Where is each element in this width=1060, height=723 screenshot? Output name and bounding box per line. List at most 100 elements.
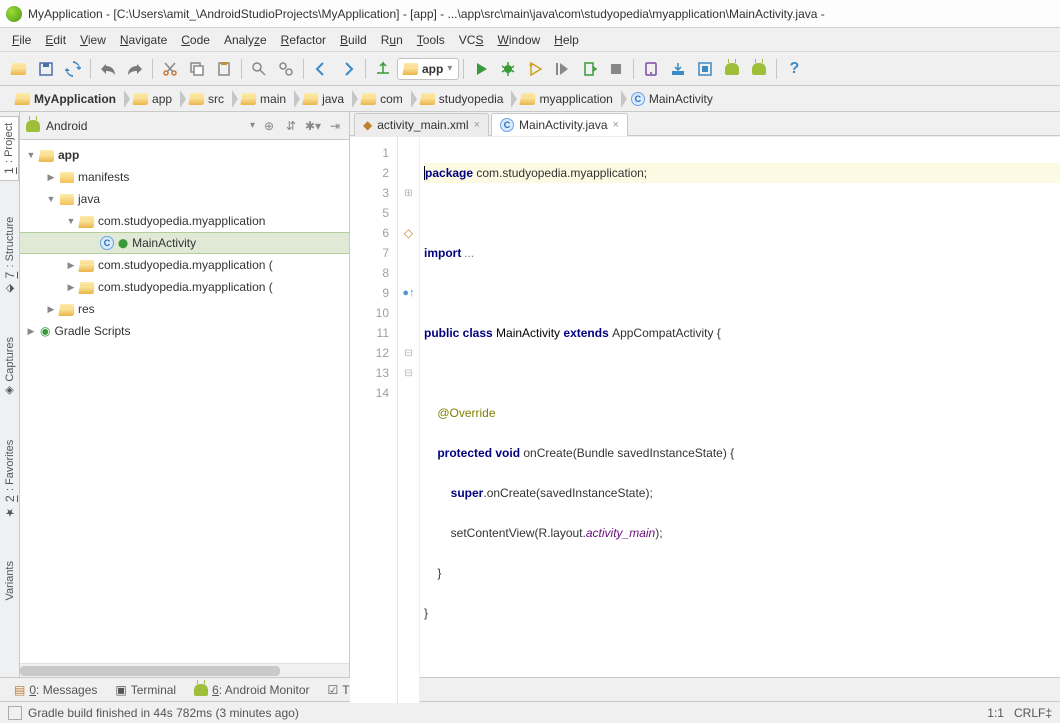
undo-button[interactable] [95,56,121,82]
breadcrumb[interactable]: java [294,88,352,110]
separator [463,59,464,79]
expand-icon[interactable]: ▶ [66,260,76,271]
override-marker-icon[interactable]: ●↑ [402,287,414,299]
expand-icon[interactable]: ▶ [26,326,36,337]
breadcrumb[interactable]: app [124,88,180,110]
hide-icon[interactable]: ⇥ [327,118,343,134]
debug-button[interactable] [495,56,521,82]
tree-row-res[interactable]: ▶res [20,298,349,320]
view-selector[interactable]: Android [46,119,244,133]
toolwindow-structure[interactable]: ⬖ 7: Structure [1,211,19,301]
tree-row-gradle[interactable]: ▶◉Gradle Scripts [20,320,349,342]
code-content[interactable]: package com.studyopedia.myapplication; i… [420,137,1060,703]
tree-row-manifests[interactable]: ▶manifests [20,166,349,188]
collapse-icon[interactable]: ⇵ [283,118,299,134]
expand-icon[interactable]: ▼ [46,194,56,204]
menu-build[interactable]: Build [334,31,373,49]
menu-view[interactable]: View [74,31,112,49]
menu-help[interactable]: Help [548,31,585,49]
find-button[interactable] [246,56,272,82]
expand-icon[interactable]: ▶ [46,304,56,315]
code-editor[interactable]: 1 2 3 5 6 7 8 9 10 11 12 13 14 ⊞ ◇ ●↑ [350,137,1060,703]
editor-tab-mainactivity[interactable]: C MainActivity.java × [491,113,628,136]
breadcrumb[interactable]: myapplication [511,88,620,110]
gear-icon[interactable]: ✱▾ [305,118,321,134]
sync-button[interactable] [60,56,86,82]
editor-tab-activity-main[interactable]: ◆ activity_main.xml × [354,113,489,136]
cut-button[interactable] [157,56,183,82]
make-button[interactable] [370,56,396,82]
fold-icon[interactable]: ⊞ [398,183,419,203]
device-file-explorer-button[interactable] [719,56,745,82]
fold-icon[interactable]: ⊟ [398,343,419,363]
paste-button[interactable] [211,56,237,82]
open-button[interactable] [6,56,32,82]
tree-row-package-test[interactable]: ▶com.studyopedia.myapplication ( [20,254,349,276]
menu-refactor[interactable]: Refactor [275,31,332,49]
breadcrumb[interactable]: src [180,88,232,110]
breadcrumb[interactable]: MyApplication [6,88,124,110]
run-button[interactable] [468,56,494,82]
firebase-button[interactable] [746,56,772,82]
status-icon[interactable] [8,706,22,720]
tree-row-app[interactable]: ▼app [20,144,349,166]
separator [241,59,242,79]
tree-row-mainactivity[interactable]: C⬤MainActivity [20,232,349,254]
menu-file[interactable]: File [6,31,37,49]
menu-vcs[interactable]: VCS [453,31,490,49]
run-config-selector[interactable]: app ▾ [397,58,459,80]
toolwindow-variants[interactable]: Variants [2,555,18,607]
android-icon [194,684,208,696]
layout-inspector-button[interactable] [692,56,718,82]
breadcrumb[interactable]: main [232,88,294,110]
tree-row-java[interactable]: ▼java [20,188,349,210]
breadcrumb-label: myapplication [539,92,612,106]
expand-icon[interactable]: ▼ [26,150,36,160]
chevron-down-icon[interactable]: ▾ [250,120,255,131]
stop-button[interactable] [603,56,629,82]
menu-code[interactable]: Code [175,31,216,49]
tree-row-package-androidtest[interactable]: ▶com.studyopedia.myapplication ( [20,276,349,298]
scrollbar-thumb[interactable] [20,666,280,676]
breadcrumb[interactable]: com [352,88,411,110]
close-icon[interactable]: × [613,119,619,131]
menu-edit[interactable]: Edit [39,31,72,49]
apply-changes-button[interactable] [576,56,602,82]
toolwindow-messages[interactable]: ▤0: Messages [8,681,103,699]
toolwindow-project[interactable]: 1: Project [0,116,19,181]
toolwindow-captures[interactable]: ◈ Captures [1,331,18,404]
back-button[interactable] [308,56,334,82]
profile-button[interactable] [522,56,548,82]
menu-run[interactable]: Run [375,31,409,49]
breadcrumb[interactable]: CMainActivity [621,88,721,110]
menu-navigate[interactable]: Navigate [114,31,173,49]
project-tree[interactable]: ▼app ▶manifests ▼java ▼com.studyopedia.m… [20,140,349,663]
sdk-manager-button[interactable] [665,56,691,82]
forward-button[interactable] [335,56,361,82]
expand-icon[interactable]: ▼ [66,216,76,226]
help-button[interactable]: ? [781,56,807,82]
separator [776,59,777,79]
save-button[interactable] [33,56,59,82]
replace-button[interactable] [273,56,299,82]
scroll-from-source-icon[interactable]: ⊕ [261,118,277,134]
toolwindow-favorites[interactable]: ★ 2: Favorites [1,434,19,525]
menu-analyze[interactable]: Analyze [218,31,273,49]
tree-row-package[interactable]: ▼com.studyopedia.myapplication [20,210,349,232]
redo-button[interactable] [122,56,148,82]
breadcrumb[interactable]: studyopedia [411,88,512,110]
menu-tools[interactable]: Tools [411,31,451,49]
expand-icon[interactable]: ▶ [46,172,56,183]
attach-debugger-button[interactable] [549,56,575,82]
fold-icon[interactable]: ⊟ [398,363,419,383]
panel-scrollbar[interactable] [20,663,349,677]
menu-window[interactable]: Window [491,31,546,49]
close-icon[interactable]: × [474,119,480,131]
expand-icon[interactable]: ▶ [66,282,76,293]
toolwindow-terminal[interactable]: ▣Terminal [109,681,182,699]
toolwindow-android-monitor[interactable]: 6: Android Monitor [188,681,315,699]
line-separator[interactable]: CRLF‡ [1014,706,1052,720]
caret-position[interactable]: 1:1 [987,706,1004,720]
avd-manager-button[interactable] [638,56,664,82]
copy-button[interactable] [184,56,210,82]
